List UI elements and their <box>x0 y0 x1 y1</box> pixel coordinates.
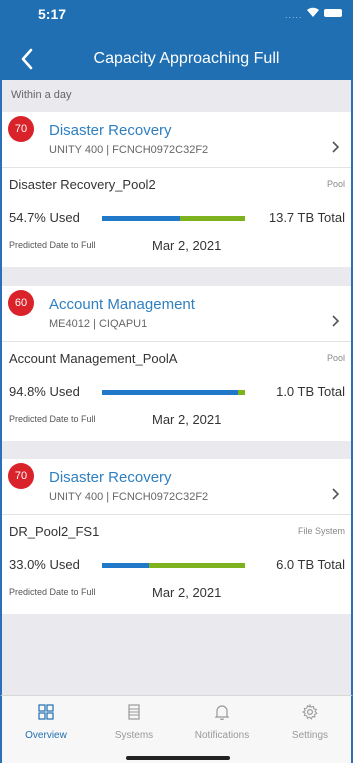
host-name[interactable]: Disaster Recovery <box>49 469 172 486</box>
divider <box>2 514 351 515</box>
app-header: 5:17 ..... Capacity Approaching Full <box>0 0 353 80</box>
gear-icon <box>302 704 318 720</box>
pool-name: Disaster Recovery_Pool2 <box>9 177 156 192</box>
capacity-bar <box>102 216 245 221</box>
tab-label: Systems <box>114 730 154 741</box>
tab-systems[interactable]: Systems <box>90 696 178 746</box>
section-label: Within a day <box>11 89 72 101</box>
chevron-right-icon[interactable] <box>331 487 340 501</box>
health-score-badge: 60 <box>8 290 34 316</box>
back-icon[interactable] <box>20 48 34 70</box>
host-row[interactable]: 70 Disaster Recovery UNITY 400 | FCNCH09… <box>2 112 351 167</box>
divider <box>2 341 351 342</box>
page-title: Capacity Approaching Full <box>93 50 280 67</box>
pool-name: DR_Pool2_FS1 <box>9 524 100 539</box>
predicted-date-label: Predicted Date to Full <box>9 240 96 250</box>
host-model-serial: UNITY 400 | FCNCH0972C32F2 <box>49 491 209 503</box>
capacity-bar-free <box>149 563 245 568</box>
total-capacity: 6.0 TB Total <box>276 557 345 572</box>
home-indicator <box>126 756 230 760</box>
pool-name: Account Management_PoolA <box>9 351 178 366</box>
tab-bar: Overview Systems Notifications Settings <box>0 695 353 763</box>
predicted-date: Mar 2, 2021 <box>152 585 222 600</box>
tab-label: Notifications <box>194 730 250 741</box>
chevron-right-icon[interactable] <box>331 140 340 154</box>
pool-type: File System <box>297 526 345 536</box>
status-time: 5:17 <box>38 6 67 22</box>
host-row[interactable]: 60 Account Management ME4012 | CIQAPU1 <box>2 286 351 341</box>
used-percent: 54.7% Used <box>9 210 80 225</box>
chevron-right-icon[interactable] <box>331 314 340 328</box>
host-model-serial: UNITY 400 | FCNCH0972C32F2 <box>49 144 209 156</box>
host-name[interactable]: Account Management <box>49 296 195 313</box>
total-capacity: 13.7 TB Total <box>268 210 345 225</box>
health-score-badge: 70 <box>8 116 34 142</box>
tab-settings[interactable]: Settings <box>266 696 353 746</box>
capacity-bar <box>102 390 245 395</box>
tab-notifications[interactable]: Notifications <box>178 696 266 746</box>
divider <box>2 167 351 168</box>
host-row[interactable]: 70 Disaster Recovery UNITY 400 | FCNCH09… <box>2 459 351 514</box>
predicted-date: Mar 2, 2021 <box>152 412 222 427</box>
capacity-card[interactable]: 60 Account Management ME4012 | CIQAPU1 A… <box>2 286 351 441</box>
battery-icon <box>324 9 342 17</box>
signal-dots: ..... <box>285 10 303 20</box>
capacity-card[interactable]: 70 Disaster Recovery UNITY 400 | FCNCH09… <box>2 459 351 614</box>
capacity-card[interactable]: 70 Disaster Recovery UNITY 400 | FCNCH09… <box>2 112 351 267</box>
capacity-bar-used <box>102 216 180 221</box>
health-score-badge: 70 <box>8 463 34 489</box>
systems-icon <box>128 704 140 720</box>
host-name[interactable]: Disaster Recovery <box>49 122 172 139</box>
host-model-serial: ME4012 | CIQAPU1 <box>49 318 148 330</box>
used-percent: 33.0% Used <box>9 557 80 572</box>
predicted-date-label: Predicted Date to Full <box>9 587 96 597</box>
predicted-date: Mar 2, 2021 <box>152 238 222 253</box>
tab-label: Overview <box>25 730 67 741</box>
predicted-date-label: Predicted Date to Full <box>9 414 96 424</box>
status-bar: 5:17 ..... <box>0 0 353 36</box>
wifi-icon <box>307 7 319 17</box>
bell-icon <box>214 705 230 720</box>
total-capacity: 1.0 TB Total <box>276 384 345 399</box>
pool-type: Pool <box>326 353 345 363</box>
used-percent: 94.8% Used <box>9 384 80 399</box>
capacity-bar-free <box>238 390 245 395</box>
capacity-list[interactable]: Within a day 70 Disaster Recovery UNITY … <box>0 80 353 695</box>
tab-overview[interactable]: Overview <box>2 696 90 746</box>
capacity-bar <box>102 563 245 568</box>
pool-type: Pool <box>326 179 345 189</box>
capacity-bar-used <box>102 390 238 395</box>
capacity-bar-free <box>180 216 245 221</box>
capacity-bar-used <box>102 563 149 568</box>
overview-icon <box>38 704 54 720</box>
tab-label: Settings <box>291 730 329 741</box>
